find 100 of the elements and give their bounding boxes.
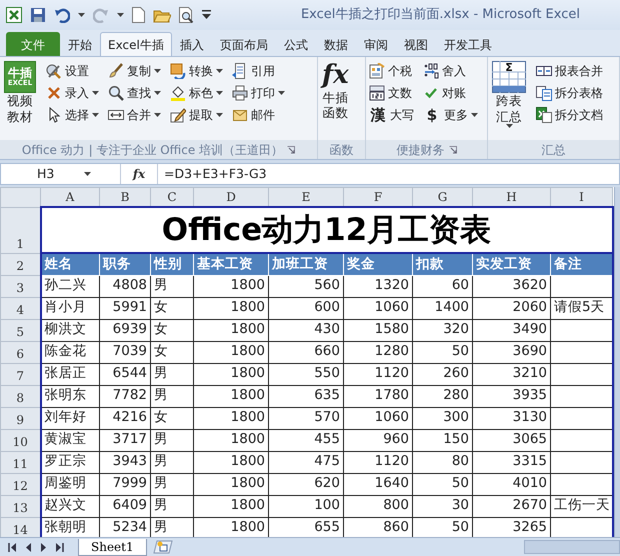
ribbon-tab[interactable]: 页面布局	[212, 32, 276, 56]
row-header[interactable]: 7	[0, 363, 40, 385]
row-header[interactable]: 9	[0, 407, 40, 429]
last-sheet-icon[interactable]	[55, 542, 64, 552]
undo-icon[interactable]	[54, 7, 70, 23]
ribbon-button[interactable]: 漢 大写	[368, 104, 415, 126]
column-header[interactable]: C	[150, 188, 194, 207]
row-header[interactable]: 10	[0, 429, 40, 451]
pencil-paper-icon	[170, 107, 186, 123]
table-cell: 1800	[194, 385, 268, 407]
paint-bucket-icon	[170, 85, 186, 101]
row-header[interactable]: 5	[0, 319, 40, 341]
ribbon-button[interactable]: 转换	[169, 60, 224, 82]
file-menu-tab[interactable]: 文件	[6, 32, 60, 56]
ribbon-button[interactable]: 录入	[45, 82, 100, 104]
open-folder-icon[interactable]	[153, 8, 171, 22]
ribbon-tab[interactable]: 开始	[60, 32, 100, 56]
ribbon-tab[interactable]: 审阅	[356, 32, 396, 56]
table-cell: 女	[150, 407, 194, 429]
save-icon[interactable]	[30, 7, 46, 23]
table-cell: 1060	[344, 297, 412, 319]
ribbon-button[interactable]: 选择	[45, 104, 100, 126]
ribbon-button[interactable]: 设置	[45, 60, 100, 82]
ribbon-button[interactable]: 查找	[107, 82, 162, 104]
column-header[interactable]: G	[412, 188, 472, 207]
column-header[interactable]: E	[268, 188, 344, 207]
ribbon-tab[interactable]: Excel牛插	[100, 32, 172, 56]
column-header[interactable]: A	[40, 188, 100, 207]
column-header[interactable]: F	[344, 188, 412, 207]
column-header[interactable]: I	[550, 188, 612, 207]
previous-sheet-icon[interactable]	[25, 542, 32, 552]
ribbon-button[interactable]: 打印	[231, 82, 286, 104]
ribbon-button[interactable]: 引用	[231, 60, 286, 82]
column-heading: 实发工资	[472, 253, 550, 275]
row-header[interactable]: 6	[0, 341, 40, 363]
insert-sheet-icon[interactable]	[152, 540, 173, 554]
ribbon-tab[interactable]: 公式	[276, 32, 316, 56]
ribbon-large-button[interactable]: Σ 跨表汇总	[490, 60, 528, 140]
ribbon-button[interactable]: 拆分表格	[535, 82, 604, 104]
table-cell: 50	[412, 341, 472, 363]
first-sheet-icon[interactable]	[8, 542, 17, 552]
ribbon-tab[interactable]: 插入	[172, 32, 212, 56]
ribbon-button[interactable]: 提取	[169, 104, 224, 126]
brush-icon	[108, 63, 124, 79]
row-header[interactable]: 11	[0, 451, 40, 473]
row-header[interactable]: 8	[0, 385, 40, 407]
next-sheet-icon[interactable]	[40, 542, 47, 552]
ribbon-button[interactable]: 复制	[107, 60, 162, 82]
row-header[interactable]: 4	[0, 297, 40, 319]
column-header[interactable]: B	[100, 188, 150, 207]
table-cell: 女	[150, 297, 194, 319]
ribbon-button[interactable]: 合并	[107, 104, 162, 126]
row-header[interactable]: 3	[0, 275, 40, 297]
ribbon-button[interactable]: 个税	[368, 60, 415, 82]
ribbon-button[interactable]: 报表合并	[535, 60, 604, 82]
ribbon-tab[interactable]: 数据	[316, 32, 356, 56]
ribbon-button[interactable]: 拆分文档	[535, 104, 604, 126]
sum-table-icon: Σ	[492, 61, 526, 93]
ribbon-button[interactable]: 舍入	[422, 60, 479, 82]
ribbon-button[interactable]: 对账	[422, 82, 479, 104]
formula-field[interactable]: =D3+E3+F3-G3	[157, 164, 619, 184]
row-header[interactable]: 14	[0, 517, 40, 537]
row-header[interactable]: 12	[0, 473, 40, 495]
column-header[interactable]: D	[194, 188, 268, 207]
table-cell: 男	[150, 451, 194, 473]
ribbon-large-button[interactable]: fx 牛插函数	[320, 60, 351, 140]
merge-table-icon	[536, 63, 552, 79]
horizontal-scrollbar[interactable]	[524, 540, 620, 554]
table-cell: 960	[344, 429, 412, 451]
ribbon-button[interactable]: 文数	[368, 82, 415, 104]
table-cell: 男	[150, 385, 194, 407]
customize-toolbar-icon[interactable]	[202, 10, 211, 20]
table-cell: 600	[268, 297, 344, 319]
row-header[interactable]: 13	[0, 495, 40, 517]
sheet-tab[interactable]: Sheet1	[78, 538, 147, 556]
dialog-launcher-icon[interactable]	[448, 146, 456, 154]
ribbon-button[interactable]: $ 更多	[422, 104, 479, 126]
sheet-title: Office动力12月工资表	[40, 207, 612, 253]
table-cell: 陈金花	[40, 341, 100, 363]
new-document-icon[interactable]	[132, 7, 145, 23]
table-cell: 800	[344, 495, 412, 517]
table-cell: 6409	[100, 495, 150, 517]
envelope-icon	[232, 107, 248, 123]
table-cell: 1120	[344, 363, 412, 385]
row-header[interactable]: 2	[0, 253, 40, 275]
insert-function-button[interactable]: fx	[121, 165, 157, 183]
excel-logo-icon[interactable]	[6, 7, 22, 23]
column-header[interactable]: H	[472, 188, 550, 207]
table-cell: 320	[412, 319, 472, 341]
print-preview-icon[interactable]	[179, 7, 194, 23]
table-cell: 孙二兴	[40, 275, 100, 297]
name-box[interactable]: H3	[1, 164, 121, 184]
group-label: 函数	[330, 142, 354, 158]
dialog-launcher-icon[interactable]	[287, 146, 296, 154]
table-cell: 280	[412, 385, 472, 407]
ribbon-tab[interactable]: 视图	[396, 32, 436, 56]
ribbon-tab[interactable]: 开发工具	[436, 32, 500, 56]
ribbon-button[interactable]: 邮件	[231, 104, 286, 126]
ribbon-button[interactable]: 标色	[169, 82, 224, 104]
row-header[interactable]: 1	[0, 207, 40, 253]
